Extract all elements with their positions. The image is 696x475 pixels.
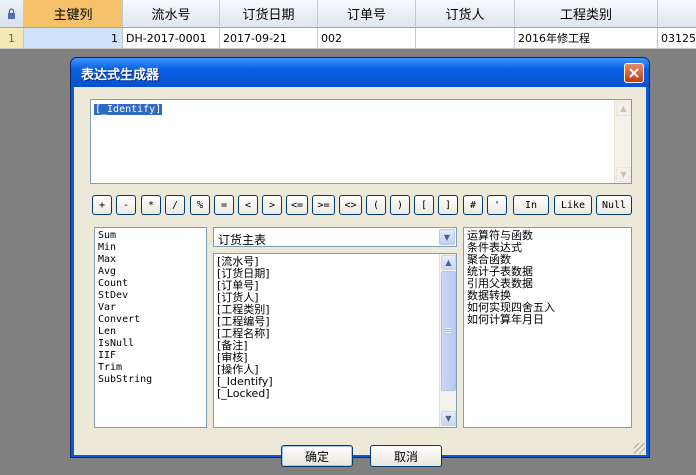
column-header-project-type[interactable]: 工程类别 [515,0,658,27]
function-item[interactable]: Min [95,242,206,254]
table-select-value: 订货主表 [218,233,267,247]
operator-button[interactable]: + [92,195,112,215]
function-item[interactable]: IIF [95,350,206,362]
function-item[interactable]: Convert [95,314,206,326]
operator-button[interactable]: - [116,195,136,215]
dialog-body: [_Identify] ▲ ▼ + - * /% = < > <= >= <>()[] # ' In Li… [74,87,646,467]
scroll-up-icon[interactable]: ▲ [441,255,456,270]
chevron-down-icon[interactable]: ▼ [439,229,455,245]
operator-button[interactable]: In [513,195,549,215]
row-number[interactable]: 1 [0,28,24,48]
lock-icon[interactable] [0,0,24,27]
operator-button[interactable]: Like [554,195,592,215]
column-header-orderer[interactable]: 订货人 [416,0,515,27]
operator-button[interactable]: >= [312,195,335,215]
category-list[interactable]: 运算符与函数 条件表达式 聚合函数 统计子表数据 引用父表数据 数据转换 如何实现四舍五入如… [463,227,632,428]
field-list[interactable]: [流水号] [订货日期] [订单号] [订货人] [工程类别] [工程编号] [工程名称][… [213,253,457,428]
cell-orderer[interactable] [416,28,515,48]
expression-builder-dialog: 表达式生成器 [_Identify] ▲ ▼ + - * /% = < > <= >= <>()[… [70,57,650,467]
category-item[interactable]: 如何计算年月日 [464,314,631,326]
function-item[interactable]: Trim [95,362,206,374]
scroll-down-icon[interactable]: ▼ [616,167,631,182]
function-item[interactable]: Len [95,326,206,338]
operator-button[interactable]: ( [366,195,386,215]
expression-text[interactable]: [_Identify] [94,104,163,115]
function-item[interactable]: StDev [95,290,206,302]
column-header-extra[interactable] [658,0,696,27]
operator-button[interactable]: / [165,195,185,215]
ok-button[interactable]: 确定 [281,445,353,467]
operator-button[interactable]: % [190,195,210,215]
function-item[interactable]: Count [95,278,206,290]
expression-scrollbar[interactable]: ▲ ▼ [614,100,631,183]
field-item[interactable]: [备注] [214,340,456,352]
cell-extra[interactable]: 031258 [658,28,696,48]
scroll-thumb[interactable] [441,271,456,391]
close-icon [629,68,639,78]
field-list-scrollbar[interactable]: ▲ ▼ [439,254,456,427]
operator-button[interactable]: * [141,195,161,215]
function-item[interactable]: Max [95,254,206,266]
operator-button[interactable]: [ [414,195,434,215]
grid-header: 主键列 流水号 订货日期 订单号 订货人 工程类别 [0,0,696,28]
table-select[interactable]: 订货主表 ▼ [213,227,457,247]
operator-button[interactable]: ) [390,195,410,215]
cell-order-no[interactable]: 002 [318,28,416,48]
function-item[interactable]: Avg [95,266,206,278]
operator-button[interactable]: > [262,195,282,215]
field-item[interactable]: [_Locked] [214,388,456,400]
field-item[interactable]: [工程名称] [214,328,456,340]
function-item[interactable]: SubString [95,374,206,386]
expression-editor[interactable]: [_Identify] ▲ ▼ [90,99,632,184]
cancel-button[interactable]: 取消 [370,445,442,467]
resize-grip[interactable] [634,443,645,454]
scroll-up-icon[interactable]: ▲ [616,101,631,116]
function-list[interactable]: Sum Min Max Avg Count StDev Var Convert Len IsNul… [94,227,207,428]
cell-serial[interactable]: DH-2017-0001 [123,28,220,48]
function-item[interactable]: IsNull [95,338,206,350]
dialog-title: 表达式生成器 [81,68,160,83]
close-button[interactable] [624,63,644,83]
column-header-key[interactable]: 主键列 [24,0,123,27]
cell-project-type[interactable]: 2016年修工程 [515,28,658,48]
operator-button[interactable]: <= [286,195,308,215]
scroll-down-icon[interactable]: ▼ [441,411,456,426]
operator-button[interactable]: ] [438,195,458,215]
function-item[interactable]: Sum [95,230,206,242]
cell-key[interactable]: 1 [24,28,123,48]
operator-button[interactable]: = [214,195,234,215]
column-header-serial[interactable]: 流水号 [123,0,220,27]
operator-button[interactable]: < [238,195,258,215]
operator-button[interactable]: # [463,195,483,215]
operator-button[interactable]: <> [339,195,362,215]
operator-button[interactable]: ' [487,195,507,215]
cell-date[interactable]: 2017-09-21 [220,28,318,48]
table-row[interactable]: 1 1 DH-2017-0001 2017-09-21 002 2016年修工程… [0,28,696,49]
operator-button[interactable]: Null [596,195,632,215]
column-header-order-no[interactable]: 订单号 [318,0,416,27]
dialog-titlebar[interactable]: 表达式生成器 [71,58,649,87]
function-item[interactable]: Var [95,302,206,314]
column-header-date[interactable]: 订货日期 [220,0,318,27]
